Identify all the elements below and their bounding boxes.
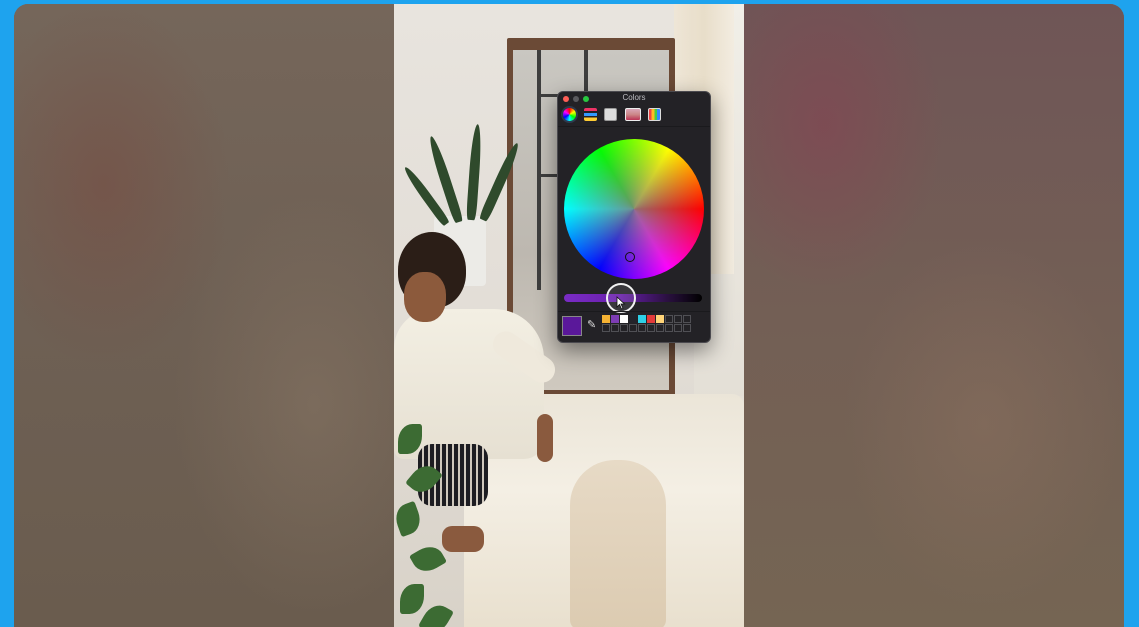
color-swatch[interactable] bbox=[638, 324, 646, 332]
color-swatch[interactable] bbox=[620, 324, 628, 332]
color-wheel-area bbox=[558, 126, 710, 297]
color-swatch[interactable] bbox=[602, 324, 610, 332]
color-swatch[interactable] bbox=[629, 324, 637, 332]
blurred-background-left bbox=[14, 4, 394, 627]
titlebar[interactable]: Colors bbox=[558, 92, 710, 106]
color-swatch[interactable] bbox=[665, 324, 673, 332]
color-swatch[interactable] bbox=[638, 315, 646, 323]
color-swatch[interactable] bbox=[683, 324, 691, 332]
color-swatch[interactable] bbox=[656, 315, 664, 323]
color-swatch[interactable] bbox=[647, 324, 655, 332]
houseplant-leaves bbox=[394, 404, 454, 627]
crosshair-icon[interactable] bbox=[625, 252, 635, 262]
color-swatch[interactable] bbox=[674, 315, 682, 323]
color-palettes-tab-icon[interactable] bbox=[604, 108, 617, 121]
color-wheel-tab-icon[interactable] bbox=[563, 108, 576, 121]
color-swatch[interactable] bbox=[629, 315, 637, 323]
color-well-bar: ✎ bbox=[558, 311, 710, 342]
pencils-tab-icon[interactable] bbox=[648, 108, 661, 121]
color-swatch[interactable] bbox=[620, 315, 628, 323]
blurred-background-right bbox=[744, 4, 1124, 627]
color-swatch[interactable] bbox=[611, 315, 619, 323]
saved-swatches bbox=[602, 315, 691, 332]
color-swatch[interactable] bbox=[611, 324, 619, 332]
mouse-pointer-icon bbox=[616, 296, 626, 310]
image-palettes-tab-icon[interactable] bbox=[625, 108, 641, 121]
panel-title: Colors bbox=[622, 93, 646, 102]
colors-panel[interactable]: Colors ✎ bbox=[557, 91, 711, 343]
color-swatch[interactable] bbox=[602, 315, 610, 323]
color-swatch[interactable] bbox=[665, 315, 673, 323]
color-sliders-tab-icon[interactable] bbox=[584, 108, 597, 121]
color-swatch[interactable] bbox=[656, 324, 664, 332]
dog bbox=[570, 460, 666, 627]
color-swatch[interactable] bbox=[647, 315, 655, 323]
color-swatch[interactable] bbox=[683, 315, 691, 323]
color-mode-toolbar bbox=[558, 106, 710, 126]
current-color-well[interactable] bbox=[562, 316, 582, 336]
color-swatch[interactable] bbox=[674, 324, 682, 332]
eyedropper-icon[interactable]: ✎ bbox=[587, 318, 596, 331]
